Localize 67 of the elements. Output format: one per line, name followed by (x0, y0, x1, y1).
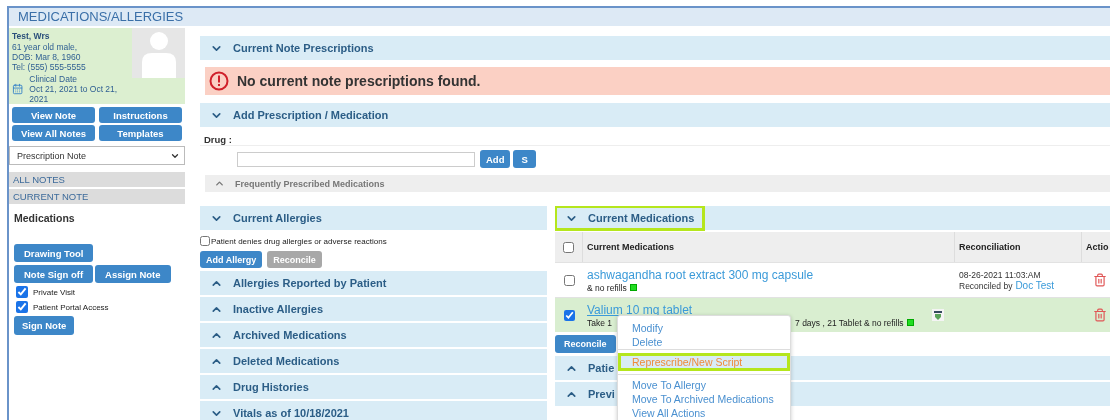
calendar-icon (12, 83, 24, 95)
column-header: Actio (1082, 232, 1110, 262)
row-checkbox[interactable] (563, 309, 575, 321)
option-label: Private Visit (33, 287, 76, 297)
section-header[interactable]: Allergies Reported by Patient (200, 271, 547, 295)
menu-item[interactable]: Delete (618, 335, 790, 349)
note-button[interactable]: Templates (99, 125, 182, 141)
drug-label: Drug : (203, 133, 233, 145)
medication-link[interactable]: ashwagandha root extract 300 mg capsule (587, 267, 814, 282)
option-label: Patient Portal Access (33, 302, 109, 312)
section-header[interactable]: Inactive Allergies (200, 297, 547, 321)
drug-button[interactable]: Add (480, 150, 511, 168)
reconciled-date: 08-26-2021 11:03:AM (959, 269, 1042, 280)
patient-name: Test, Wrs (12, 31, 51, 41)
alert-message: No current note prescriptions found. (237, 73, 481, 89)
nav-item[interactable]: CURRENT NOTE (9, 189, 185, 204)
note-button[interactable]: View All Notes (12, 125, 95, 141)
section-header[interactable]: Vitals as of 10/18/2021 (200, 401, 547, 420)
tool-button[interactable]: Drawing Tool (14, 244, 94, 262)
medication-sig: 7 days , 21 Tablet & no refills (795, 317, 904, 328)
section-header[interactable]: Add Prescription / Medication (200, 103, 1110, 127)
row-checkbox[interactable] (563, 274, 575, 286)
option-checkbox[interactable] (16, 301, 28, 313)
error-icon (209, 71, 229, 91)
section-header[interactable]: Frequently Prescribed Medications (205, 175, 1110, 192)
current-section-label: Medications (13, 211, 76, 224)
delete-icon[interactable] (1093, 273, 1107, 287)
denies-checkbox[interactable] (200, 236, 210, 246)
clinical-date-label: Clinical Date (29, 74, 78, 84)
denies-label: Patient denies drug allergies or adverse reactions (211, 236, 387, 246)
doctor-link[interactable]: Doc Test (1015, 279, 1055, 291)
delete-icon[interactable] (1093, 308, 1107, 322)
avatar-silhouette (132, 28, 185, 78)
tool-button[interactable]: Assign Note (95, 265, 171, 283)
note-type-select[interactable]: Prescription Note (9, 146, 185, 165)
page-title: MEDICATIONS/ALLERGIES (9, 8, 1110, 26)
option-checkbox[interactable] (16, 286, 28, 298)
menu-item[interactable]: Move To Archived Medications (618, 392, 790, 406)
menu-item[interactable]: View All Actions (618, 406, 790, 420)
shield-icon[interactable] (932, 309, 944, 321)
tool-button[interactable]: Note Sign off (14, 265, 94, 283)
allergy-button[interactable]: Add Allergy (200, 251, 263, 268)
section-header[interactable]: Current Note Prescriptions (200, 36, 1110, 60)
column-header: Current Medications (583, 232, 955, 262)
patient-dob: DOB: Mar 8, 1960 (12, 52, 82, 62)
note-button[interactable]: View Note (12, 107, 95, 123)
section-header[interactable]: Current Allergies (200, 206, 547, 230)
sign-note-button[interactable]: Sign Note (14, 316, 75, 335)
section-header[interactable]: Deleted Medications (200, 349, 547, 373)
nav-item[interactable]: ALL NOTES (9, 172, 185, 187)
reconcile-button[interactable]: Reconcile (555, 335, 616, 353)
section-header[interactable]: Drug Histories (200, 375, 547, 399)
reconciled-by-label: Reconciled by (959, 280, 1013, 291)
menu-item[interactable]: Represcribe/New Script (618, 353, 790, 371)
patient-age: 61 year old male, (12, 42, 79, 52)
menu-item[interactable]: Modify (618, 321, 790, 335)
drug-button[interactable]: S (513, 150, 536, 168)
section-header[interactable]: Archived Medications (200, 323, 547, 347)
drug-input-field[interactable] (237, 151, 475, 167)
patient-phone: Tel: (555) 555-5555 (12, 62, 87, 72)
column-header: Reconciliation (955, 232, 1082, 262)
medication-sig: & no refills (587, 282, 627, 293)
note-button[interactable]: Instructions (99, 107, 182, 123)
medication-sig: Take 1 (587, 317, 613, 328)
select-all-checkbox[interactable] (563, 241, 574, 253)
chevron-up-icon (214, 178, 225, 189)
clinical-date-range: Oct 21, 2021 to Oct 21, 2021 (29, 84, 119, 104)
